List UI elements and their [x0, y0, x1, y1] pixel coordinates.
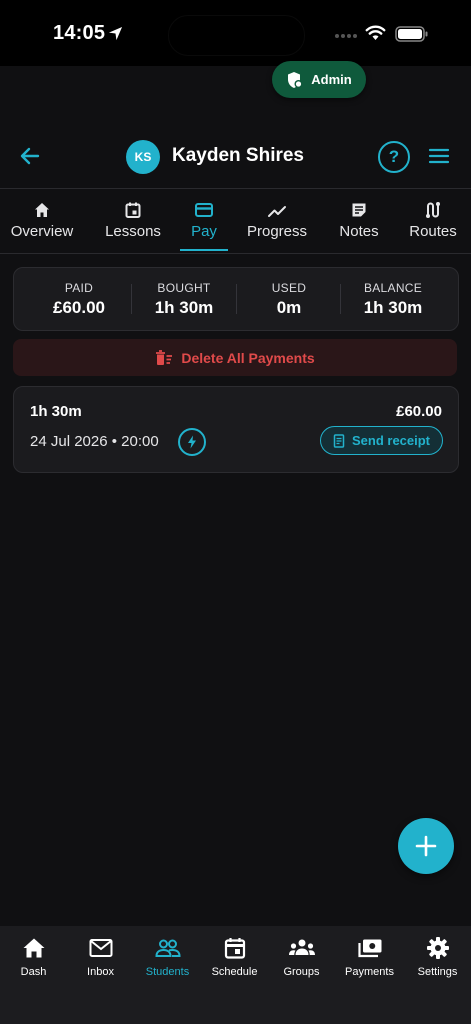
groups-icon [288, 939, 315, 955]
nav-item-groups[interactable]: Groups [268, 935, 335, 978]
nav-label: Groups [283, 966, 320, 978]
tab-label: Notes [339, 223, 379, 240]
summary-used: USED 0m [237, 268, 341, 330]
nav-item-schedule[interactable]: Schedule [201, 935, 268, 978]
bottom-nav: Dash Inbox Students Schedule Groups Paym… [0, 926, 471, 1024]
send-receipt-label: Send receipt [351, 433, 431, 448]
tab-label: Progress [246, 223, 308, 240]
summary-label: BOUGHT [157, 281, 211, 295]
student-tabs: Overview Lessons Pay Progress Notes Rout… [0, 195, 471, 255]
nav-item-students[interactable]: Students [134, 935, 201, 978]
add-payment-button[interactable] [398, 818, 454, 874]
people-icon [154, 939, 181, 957]
student-header: KS Kayden Shires ? [0, 128, 471, 188]
nav-item-inbox[interactable]: Inbox [67, 935, 134, 978]
location-arrow-icon [108, 26, 123, 41]
tab-label: Lessons [105, 223, 161, 240]
nav-label: Students [145, 966, 190, 978]
send-receipt-button[interactable]: Send receipt [320, 426, 443, 455]
avatar: KS [126, 140, 160, 174]
tab-notes[interactable]: Notes [334, 195, 384, 251]
payment-datetime: 24 Jul 2026 • 20:00 [30, 433, 159, 450]
shield-icon [288, 71, 303, 88]
status-bar: 14:05 [0, 0, 471, 66]
delete-all-label: Delete All Payments [181, 349, 315, 366]
admin-label: Admin [311, 72, 352, 87]
note-icon [352, 203, 366, 217]
tab-label: Overview [10, 223, 74, 240]
header-divider [0, 188, 471, 189]
nav-label: Inbox [87, 966, 114, 978]
help-button[interactable]: ? [378, 141, 410, 173]
gear-icon [426, 937, 449, 959]
nav-item-dash[interactable]: Dash [0, 935, 67, 978]
page-title: Kayden Shires [172, 145, 304, 166]
nav-item-payments[interactable]: Payments [336, 935, 403, 978]
tab-routes[interactable]: Routes [405, 195, 461, 251]
tab-label: Routes [409, 223, 457, 240]
calendar-icon [125, 202, 141, 218]
payment-card[interactable]: 1h 30m £60.00 24 Jul 2026 • 20:00 Send r… [13, 386, 459, 473]
mail-icon [89, 939, 112, 957]
tab-lessons[interactable]: Lessons [100, 195, 166, 251]
nav-label: Dash [20, 966, 47, 978]
battery-icon [395, 26, 428, 42]
dynamic-island [168, 15, 305, 56]
calendar-icon [224, 938, 245, 959]
back-arrow-icon[interactable] [16, 142, 44, 170]
status-time: 14:05 [53, 22, 106, 44]
delete-all-payments-button[interactable]: Delete All Payments [13, 339, 457, 376]
route-icon [426, 202, 440, 218]
payments-icon [357, 939, 381, 958]
summary-value: 0m [276, 298, 302, 317]
summary-balance: BALANCE 1h 30m [341, 268, 445, 330]
trend-icon [268, 206, 286, 217]
tab-progress[interactable]: Progress [243, 195, 311, 251]
receipt-icon [333, 433, 345, 448]
tab-overview[interactable]: Overview [8, 195, 76, 251]
home-icon [35, 203, 49, 217]
cellular-signal-icon [335, 34, 357, 38]
summary-label: BALANCE [363, 281, 423, 295]
summary-label: PAID [64, 281, 94, 295]
summary-value: £60.00 [53, 298, 105, 317]
tab-label: Pay [191, 223, 217, 240]
summary-label: USED [271, 281, 307, 295]
summary-paid: PAID £60.00 [27, 268, 131, 330]
tabs-divider [0, 253, 471, 254]
tab-pay[interactable]: Pay [180, 195, 228, 251]
plus-icon [415, 835, 437, 857]
nav-item-settings[interactable]: Settings [404, 935, 471, 978]
quick-payment-button[interactable] [178, 428, 206, 456]
card-icon [195, 203, 213, 217]
nav-label: Settings [417, 966, 458, 978]
payment-amount: £60.00 [396, 403, 442, 420]
payment-summary: PAID £60.00 BOUGHT 1h 30m USED 0m BALANC… [13, 267, 459, 331]
payment-duration: 1h 30m [30, 403, 82, 420]
active-tab-indicator [180, 249, 228, 251]
summary-bought: BOUGHT 1h 30m [132, 268, 236, 330]
home-icon [23, 938, 44, 958]
admin-badge-button[interactable]: Admin [272, 61, 366, 98]
delete-sweep-icon [156, 349, 173, 365]
bolt-icon [188, 435, 196, 449]
nav-label: Schedule [211, 966, 258, 978]
hamburger-menu-icon[interactable] [428, 147, 450, 165]
nav-label: Payments [345, 966, 394, 978]
wifi-icon [365, 25, 386, 40]
summary-value: 1h 30m [154, 298, 214, 317]
summary-value: 1h 30m [363, 298, 423, 317]
